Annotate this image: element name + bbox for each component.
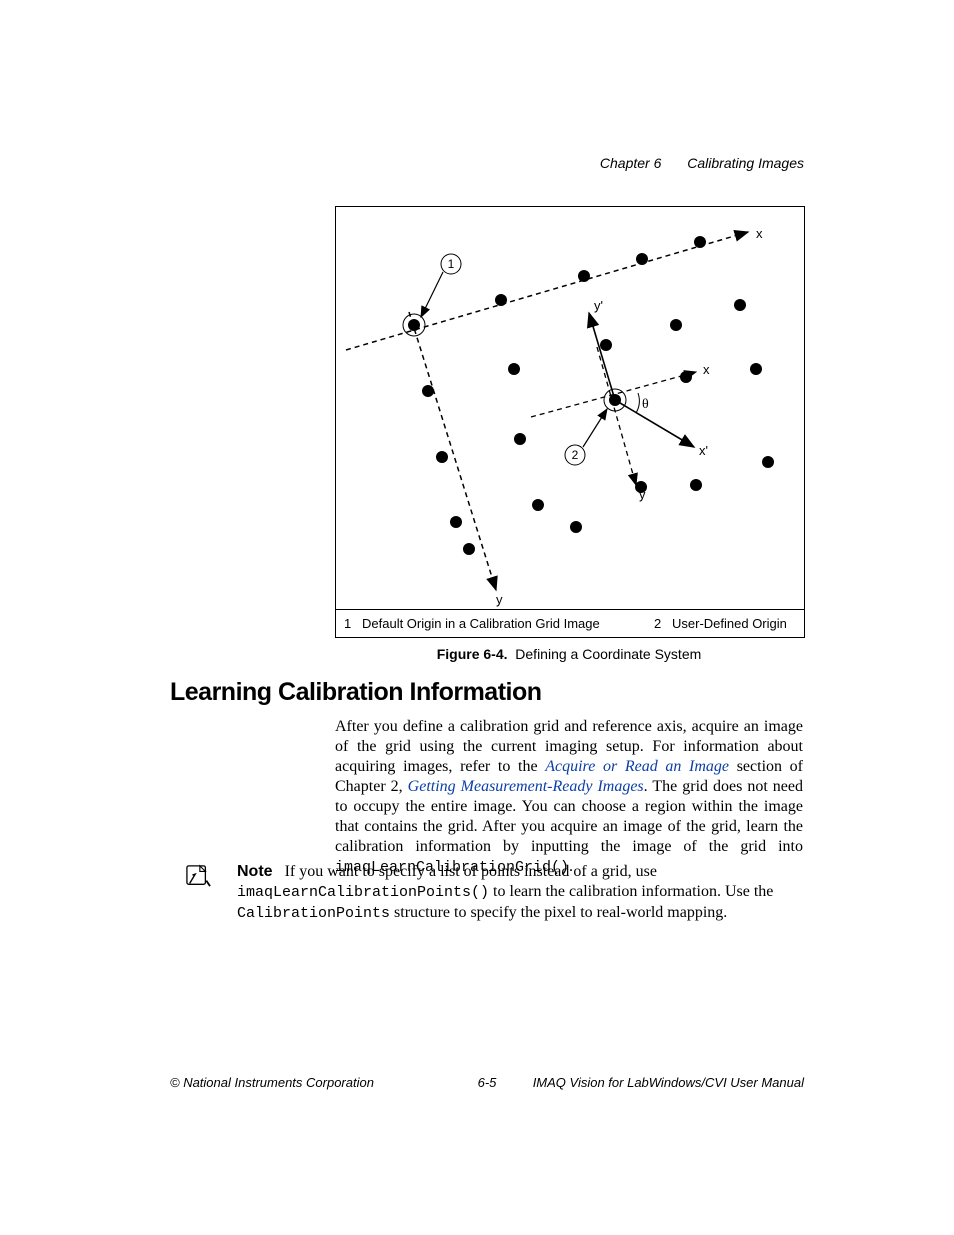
page-header: Chapter 6 Calibrating Images [0,155,804,171]
footer-manual-title: IMAQ Vision for LabWindows/CVI User Manu… [527,1075,804,1090]
chapter-title: Calibrating Images [687,155,804,171]
svg-text:y': y' [594,298,603,313]
section-heading: Learning Calibration Information [170,678,542,707]
figure-legend: 1 Default Origin in a Calibration Grid I… [336,609,804,637]
code-calibrationpoints: CalibrationPoints [237,905,390,922]
callout-1-label: 1 [448,257,455,271]
legend-item-2: 2 User-Defined Origin [654,616,787,631]
svg-text:y: y [496,592,503,607]
note-icon [184,864,212,888]
chapter-number: Chapter 6 [600,155,661,171]
footer-page-number: 6-5 [447,1075,527,1090]
code-imaqlearncalibrationpoints: imaqLearnCalibrationPoints() [237,884,489,901]
figure-caption: Figure 6-4. Defining a Coordinate System [335,646,803,662]
svg-text:θ: θ [642,397,649,412]
note-lead: Note [237,863,273,880]
callout-2-label: 2 [572,448,579,462]
link-getting-measurement-ready[interactable]: Getting Measurement-Ready Images [408,778,644,795]
svg-text:y: y [639,487,646,502]
coordinate-system-diagram: 1 x y [336,207,802,609]
svg-text:x: x [756,226,763,241]
svg-text:x': x' [699,443,708,458]
note-paragraph: NoteIf you want to specify a list of poi… [237,862,803,924]
body-paragraph: After you define a calibration grid and … [335,717,803,878]
link-acquire-or-read[interactable]: Acquire or Read an Image [545,758,729,775]
figure-6-4: 1 x y [335,206,805,638]
footer-copyright: © National Instruments Corporation [170,1075,447,1090]
svg-text:x: x [703,362,710,377]
legend-item-1: 1 Default Origin in a Calibration Grid I… [344,616,654,631]
page-footer: © National Instruments Corporation 6-5 I… [170,1075,804,1090]
